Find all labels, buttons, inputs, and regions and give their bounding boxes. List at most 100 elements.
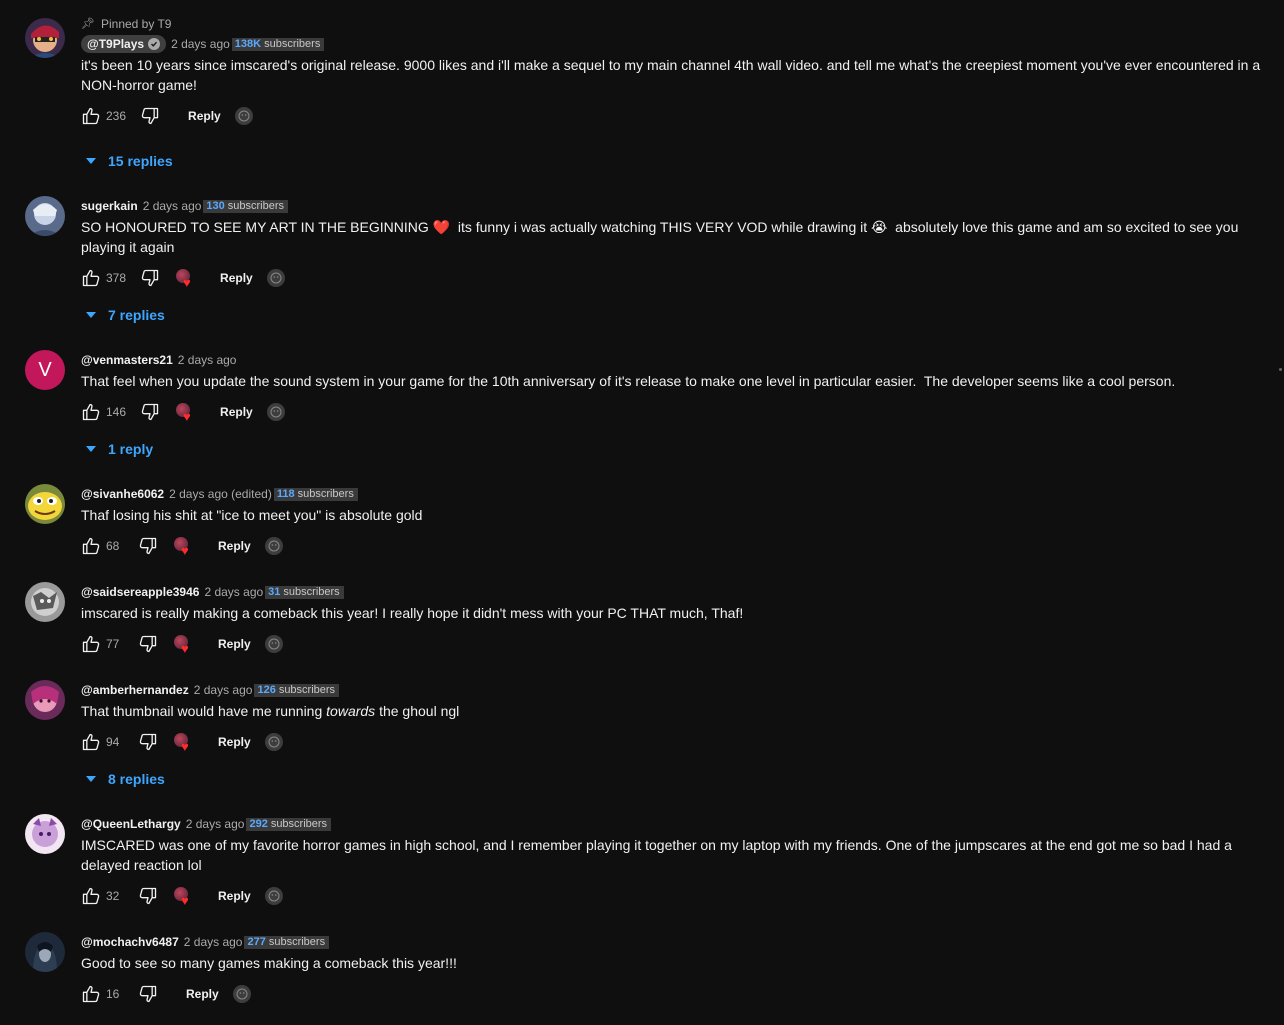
- reply-button[interactable]: Reply: [204, 637, 265, 651]
- author-name[interactable]: @mochachv6487: [81, 932, 179, 952]
- like-button[interactable]: [81, 732, 101, 752]
- reply-button[interactable]: Reply: [172, 987, 233, 1001]
- creator-reaction-icon[interactable]: [234, 107, 253, 125]
- thumbs-up-icon: [82, 107, 100, 125]
- pinned-text: Pinned by T9: [100, 17, 172, 31]
- thumbs-down-icon: [139, 537, 157, 555]
- avatar[interactable]: [25, 932, 65, 972]
- dislike-button[interactable]: [140, 402, 160, 422]
- timestamp[interactable]: 2 days ago: [178, 350, 237, 370]
- creator-reaction-icon[interactable]: [264, 537, 283, 555]
- timestamp[interactable]: 2 days ago: [143, 196, 202, 216]
- view-replies-button[interactable]: 7 replies: [86, 304, 165, 326]
- like-count: 236: [106, 109, 127, 123]
- avatar[interactable]: [25, 582, 65, 622]
- comment-header: @mochachv6487 2 days ago 277 subscribers: [81, 932, 1262, 952]
- subscriber-count: 126: [257, 683, 276, 696]
- view-replies-button[interactable]: 15 replies: [86, 150, 173, 172]
- dislike-button[interactable]: [140, 268, 160, 288]
- view-replies-button[interactable]: 8 replies: [86, 768, 165, 790]
- avatar[interactable]: [25, 18, 65, 58]
- comment-actions: 16 Reply: [81, 982, 1262, 1006]
- creator-reaction-icon[interactable]: [266, 403, 285, 421]
- dislike-button[interactable]: [138, 732, 158, 752]
- chevron-down-icon: [86, 776, 96, 782]
- like-button[interactable]: [81, 106, 101, 126]
- comments-section: 📌︎ Pinned by T9 @T9Plays 2 days ago 138K…: [0, 0, 1284, 1025]
- subscriber-label: subscribers: [297, 487, 354, 500]
- like-button[interactable]: [81, 984, 101, 1004]
- dislike-button[interactable]: [138, 886, 158, 906]
- like-count: 146: [106, 405, 127, 419]
- avatar[interactable]: [25, 680, 65, 720]
- avatar[interactable]: [25, 814, 65, 854]
- replies-count: 8 replies: [108, 771, 165, 787]
- subscriber-label: subscribers: [268, 935, 326, 948]
- comment-header: @saidsereapple3946 2 days ago 31 subscri…: [81, 582, 1262, 602]
- comment-actions: 68 ♥ Reply: [81, 534, 1262, 558]
- comment-text-part: That thumbnail would have me running: [81, 703, 327, 719]
- timestamp[interactable]: 2 days ago: [186, 814, 245, 834]
- reply-button[interactable]: Reply: [204, 735, 265, 749]
- author-name[interactable]: @saidsereapple3946: [81, 582, 199, 602]
- avatar[interactable]: [25, 196, 65, 236]
- subscriber-count: 31: [268, 585, 281, 598]
- dislike-button[interactable]: [140, 106, 160, 126]
- reply-button[interactable]: Reply: [206, 405, 267, 419]
- creator-reaction-icon[interactable]: [264, 733, 283, 751]
- subscriber-count: 292: [249, 817, 268, 830]
- creator-reaction-icon[interactable]: [266, 269, 285, 287]
- pin-icon: 📌︎: [81, 18, 95, 30]
- heart-icon: ♥: [181, 641, 189, 656]
- chevron-down-icon: [86, 446, 96, 452]
- creator-reaction-icon[interactable]: [264, 635, 283, 653]
- dislike-button[interactable]: [138, 984, 158, 1004]
- creator-heart: ♥: [174, 885, 196, 907]
- subscriber-label: subscribers: [283, 585, 340, 598]
- thumbs-up-icon: [82, 733, 100, 751]
- subscriber-badge: 292 subscribers: [246, 817, 332, 831]
- timestamp[interactable]: 2 days ago: [171, 34, 230, 54]
- creator-heart: ♥: [176, 267, 198, 289]
- timestamp[interactable]: 2 days ago: [204, 582, 263, 602]
- comment-header: @sivanhe6062 2 days ago (edited) 118 sub…: [81, 484, 1262, 504]
- author-name[interactable]: @T9Plays: [81, 34, 167, 54]
- like-button[interactable]: [81, 402, 101, 422]
- avatar[interactable]: [25, 484, 65, 524]
- heart-icon: ♥: [183, 409, 191, 424]
- heart-icon: ♥: [183, 275, 191, 290]
- author-handle[interactable]: @T9Plays: [87, 34, 144, 54]
- reply-button[interactable]: Reply: [204, 539, 265, 553]
- thumbs-down-icon: [141, 107, 159, 125]
- reply-button[interactable]: Reply: [204, 889, 265, 903]
- replies-count: 7 replies: [108, 307, 165, 323]
- author-name[interactable]: @QueenLethargy: [81, 814, 181, 834]
- timestamp[interactable]: 2 days ago: [184, 932, 243, 952]
- reply-button[interactable]: Reply: [206, 271, 267, 285]
- author-name[interactable]: @venmasters21: [81, 350, 173, 370]
- reply-button[interactable]: Reply: [174, 109, 235, 123]
- view-replies-button[interactable]: 1 reply: [86, 438, 153, 460]
- subscriber-count: 130: [206, 199, 225, 212]
- author-name[interactable]: @sivanhe6062: [81, 484, 164, 504]
- subscriber-badge: 130 subscribers: [203, 199, 289, 213]
- thumbs-up-icon: [82, 269, 100, 287]
- like-count: 68: [106, 539, 120, 553]
- creator-reaction-icon[interactable]: [264, 887, 283, 905]
- like-button[interactable]: [81, 268, 101, 288]
- timestamp[interactable]: 2 days ago: [194, 680, 253, 700]
- comment-text-emphasis: towards: [326, 703, 376, 719]
- comment-header: @amberhernandez 2 days ago 126 subscribe…: [81, 680, 1262, 700]
- comment-actions: 236 Reply: [81, 104, 1262, 128]
- author-name[interactable]: sugerkain: [81, 196, 138, 216]
- timestamp[interactable]: 2 days ago (edited): [169, 484, 272, 504]
- dislike-button[interactable]: [138, 536, 158, 556]
- creator-reaction-icon[interactable]: [232, 985, 251, 1003]
- avatar[interactable]: V: [25, 350, 65, 390]
- like-button[interactable]: [81, 536, 101, 556]
- like-button[interactable]: [81, 886, 101, 906]
- author-name[interactable]: @amberhernandez: [81, 680, 189, 700]
- like-button[interactable]: [81, 634, 101, 654]
- scroll-indicator: [1279, 368, 1282, 371]
- dislike-button[interactable]: [138, 634, 158, 654]
